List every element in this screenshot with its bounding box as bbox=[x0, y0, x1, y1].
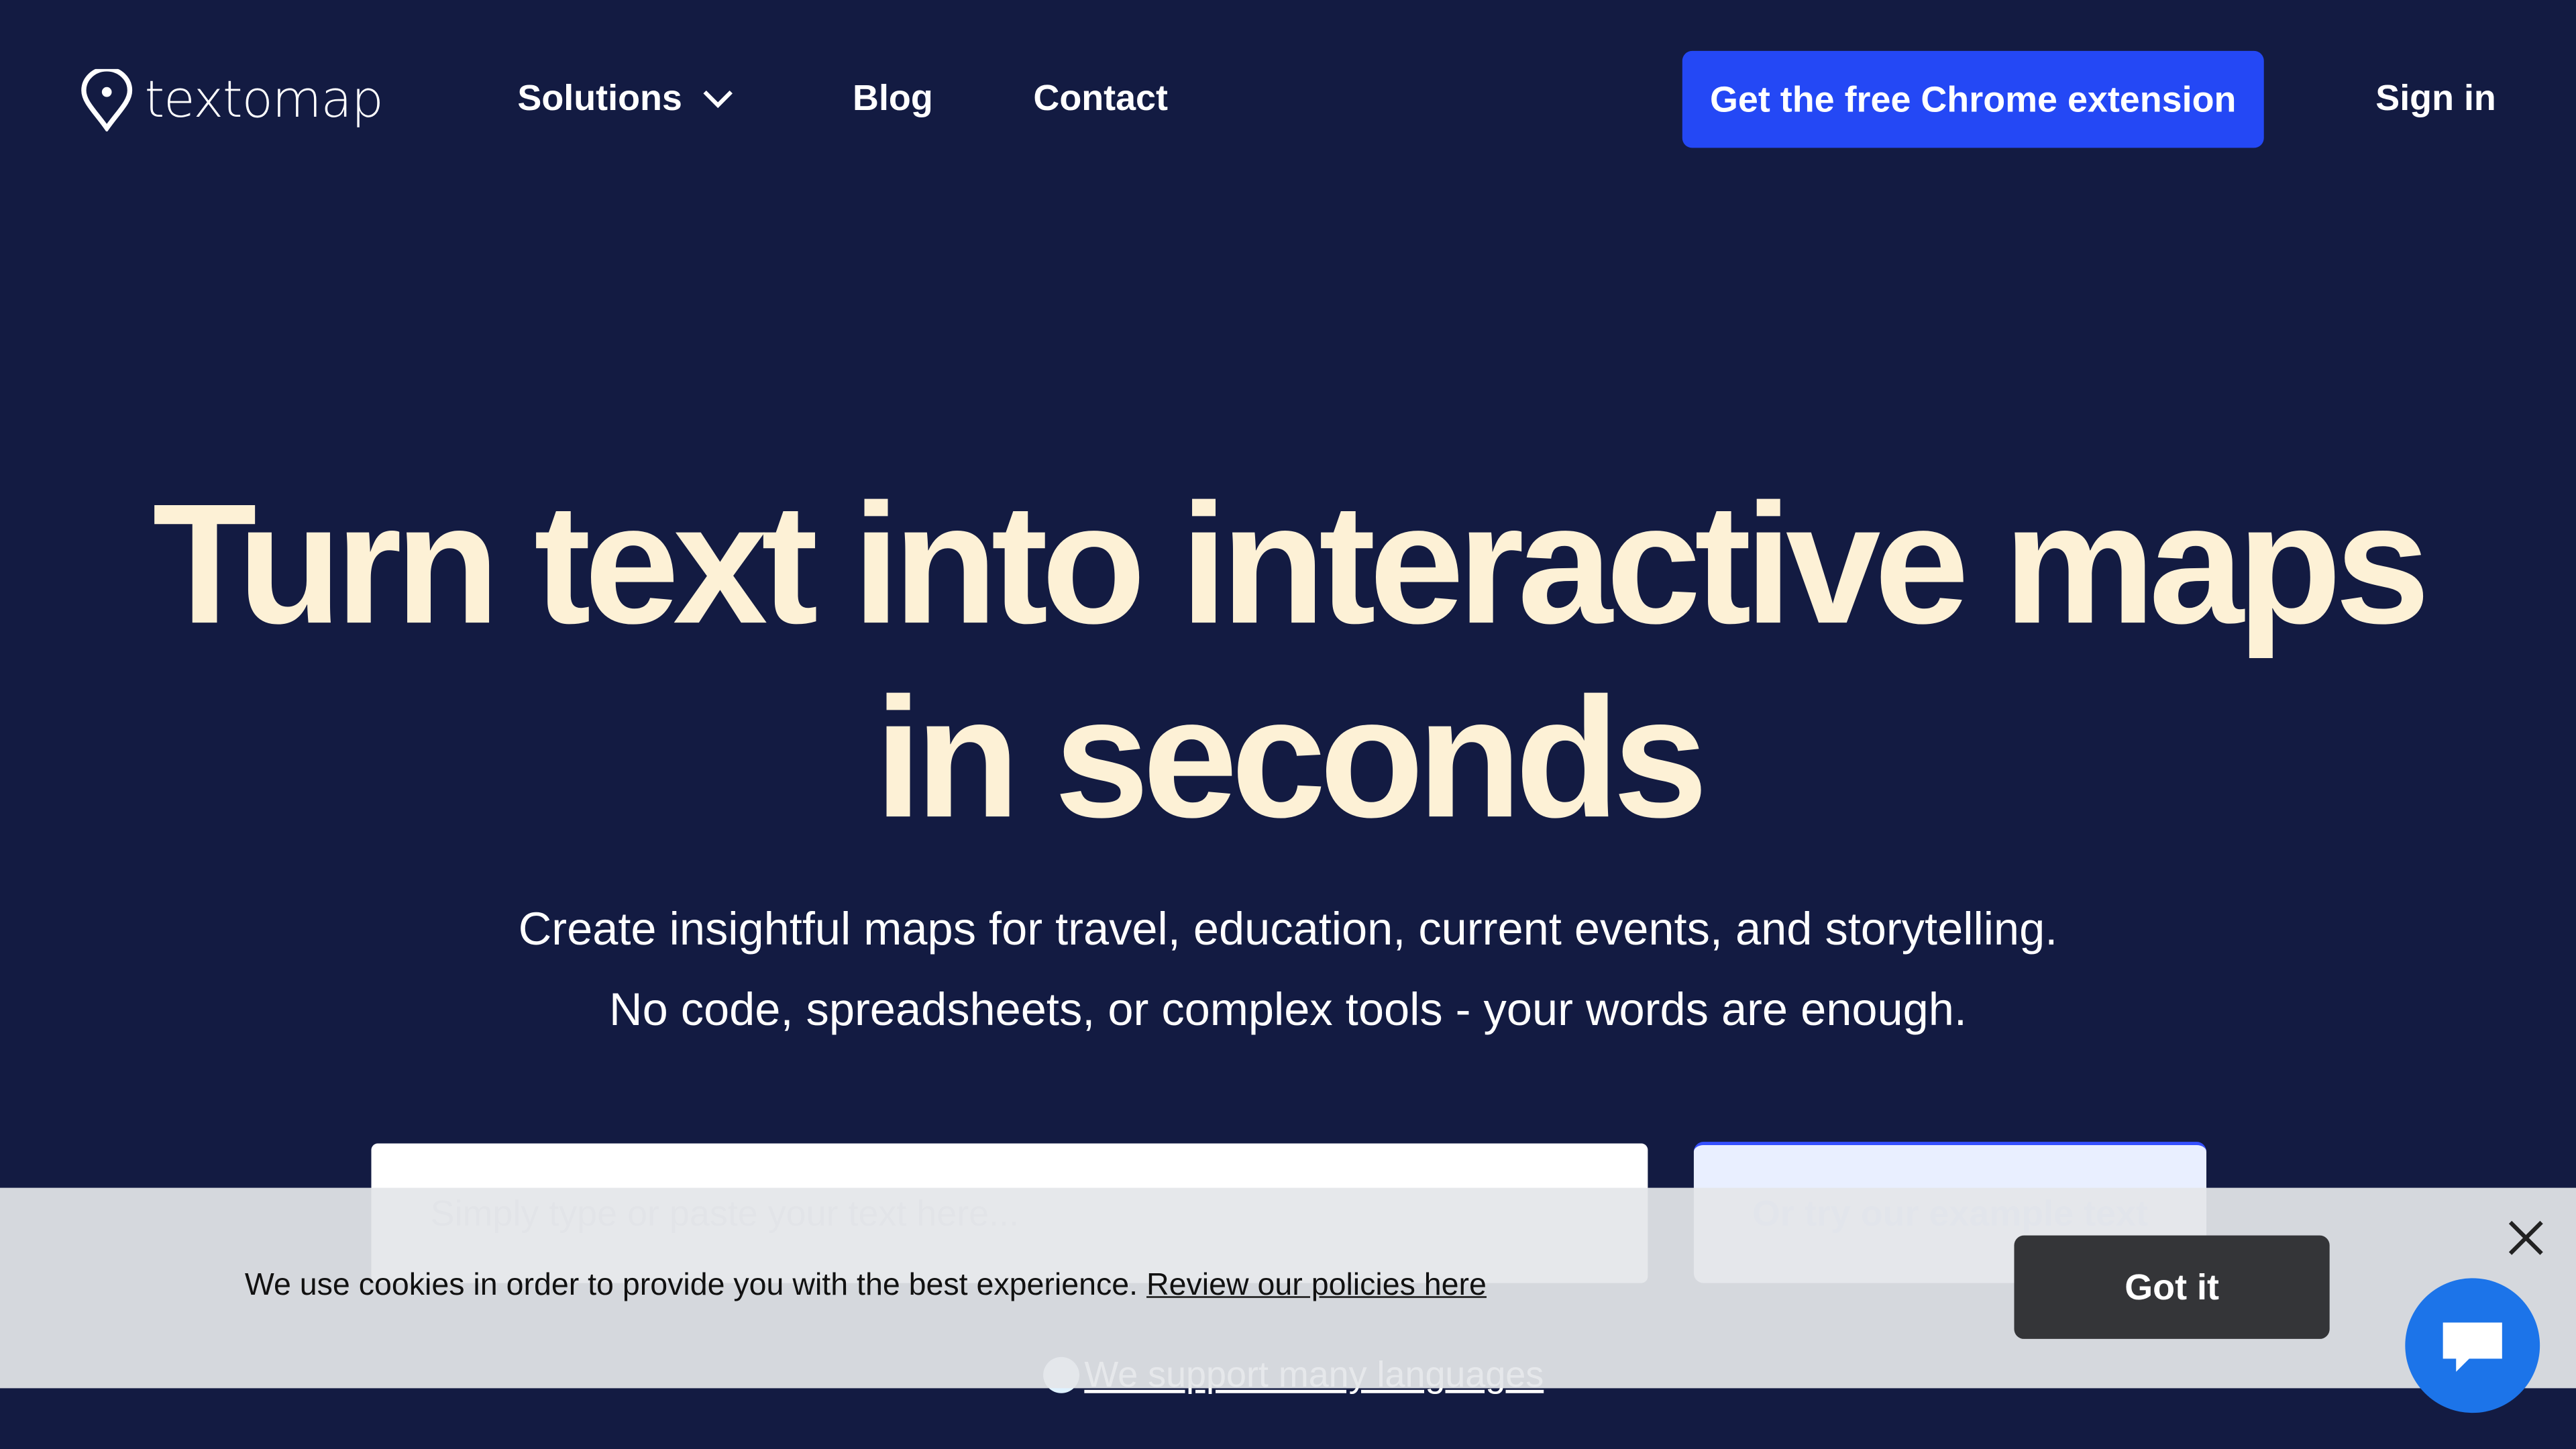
cookie-policy-link[interactable]: Review our policies here bbox=[1146, 1269, 1487, 1303]
chevron-down-icon bbox=[703, 90, 733, 109]
hero-subtitle: Create insightful maps for travel, educa… bbox=[0, 889, 2576, 1050]
nav-solutions-label: Solutions bbox=[517, 77, 682, 119]
sign-in-link[interactable]: Sign in bbox=[2375, 77, 2496, 120]
nav-solutions[interactable]: Solutions bbox=[517, 77, 735, 120]
page: textomap Solutions Blog Contact Get the … bbox=[0, 0, 2576, 1449]
cookie-accept-button[interactable]: Got it bbox=[2014, 1235, 2330, 1339]
cookie-text: We use cookies in order to provide you w… bbox=[244, 1268, 1138, 1303]
nav-blog[interactable]: Blog bbox=[853, 77, 933, 120]
nav-contact[interactable]: Contact bbox=[1033, 77, 1168, 120]
logo-text: textomap bbox=[144, 70, 384, 129]
chrome-extension-button[interactable]: Get the free Chrome extension bbox=[1682, 50, 2264, 148]
headline-line-1: Turn text into interactive maps bbox=[152, 470, 2430, 661]
subtitle-line-1: Create insightful maps for travel, educa… bbox=[518, 903, 2058, 955]
chat-widget-button[interactable] bbox=[2405, 1278, 2540, 1413]
close-icon[interactable] bbox=[2504, 1216, 2548, 1260]
logo[interactable]: textomap bbox=[79, 68, 384, 131]
headline-line-2: in seconds bbox=[874, 663, 1708, 855]
subtitle-line-2: No code, spreadsheets, or complex tools … bbox=[609, 983, 1967, 1035]
hero-headline: Turn text into interactive maps in secon… bbox=[0, 468, 2576, 856]
chat-bubble-icon bbox=[2443, 1322, 2502, 1372]
map-pin-icon bbox=[81, 68, 133, 131]
cookie-message: We use cookies in order to provide you w… bbox=[245, 1269, 1487, 1305]
